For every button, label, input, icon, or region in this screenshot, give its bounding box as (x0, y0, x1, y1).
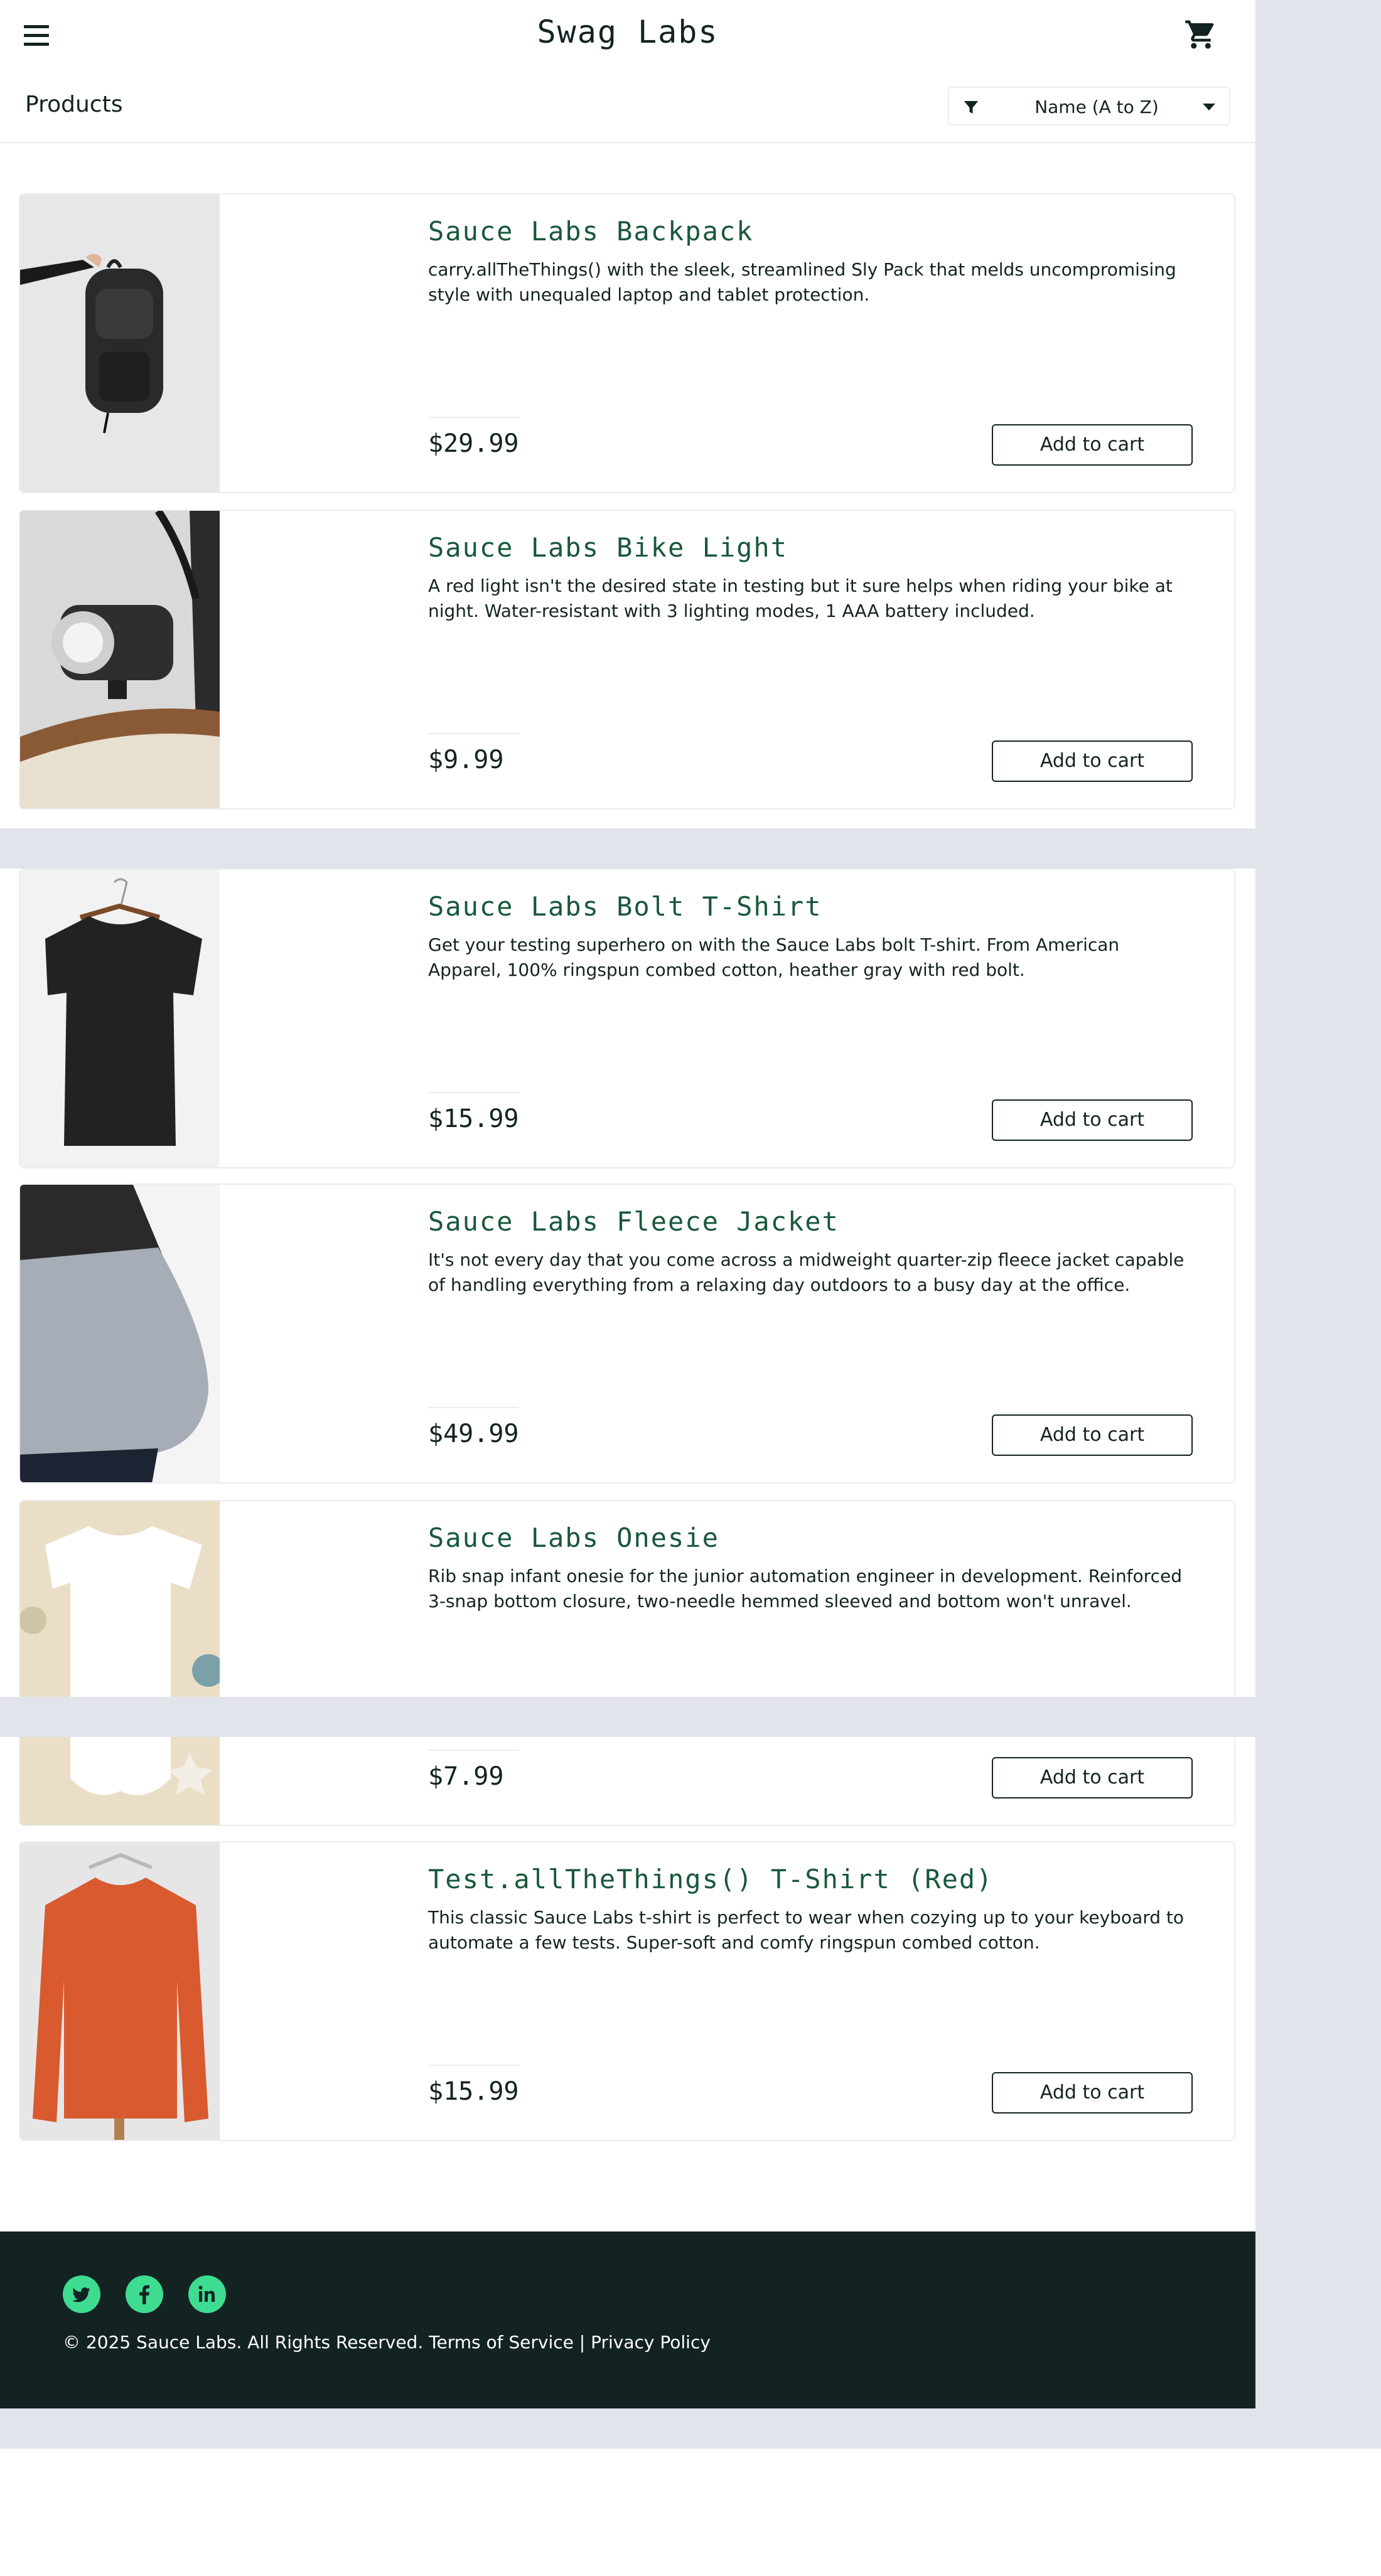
product-card: Test.allTheThings() T-Shirt (Red) This c… (19, 1841, 1235, 2141)
app-header: Swag Labs (0, 0, 1255, 72)
app-title: Swag Labs (537, 14, 719, 50)
add-to-cart-button[interactable]: Add to cart (992, 740, 1193, 782)
product-description: Rib snap infant onesie for the junior au… (428, 1566, 1182, 1611)
screen-segment: Sauce Labs Backpack carry.allTheThings()… (0, 143, 1255, 828)
product-card: Sauce Labs Backpack carry.allTheThings()… (19, 193, 1235, 493)
product-image-red-tshirt[interactable] (20, 1842, 220, 2140)
add-to-cart-button[interactable]: Add to cart (992, 424, 1193, 466)
product-price: $49.99 (428, 1419, 519, 1448)
divider (428, 1407, 519, 1408)
product-description: A red light isn't the desired state in t… (428, 575, 1173, 621)
product-card: Sauce Labs Bolt T-Shirt Get your testing… (19, 868, 1235, 1168)
sort-select[interactable]: Name (A to Z) (948, 87, 1230, 126)
divider (428, 2065, 519, 2066)
add-to-cart-button[interactable]: Add to cart (992, 1099, 1193, 1141)
product-price: $15.99 (428, 1104, 519, 1133)
divider (428, 733, 519, 734)
product-image-onesie[interactable] (20, 1501, 220, 1697)
filter-icon (964, 101, 979, 114)
product-image-backpack[interactable] (20, 195, 220, 492)
products-subheader: Products Name (A to Z) (0, 70, 1255, 143)
product-card: Sauce Labs Onesie Rib snap infant onesie… (19, 1500, 1235, 1697)
page-title: Products (25, 92, 123, 117)
product-image-onesie[interactable] (20, 1737, 220, 1825)
product-price: $15.99 (428, 2077, 519, 2106)
footer-copyright: © 2025 Sauce Labs. All Rights Reserved. … (63, 2332, 711, 2353)
product-name[interactable]: Sauce Labs Bike Light (428, 532, 788, 563)
footer: © 2025 Sauce Labs. All Rights Reserved. … (0, 2231, 1255, 2408)
screenshot-seam (0, 828, 1381, 868)
product-name[interactable]: Sauce Labs Onesie (428, 1522, 719, 1553)
product-description: Get your testing superhero on with the S… (428, 934, 1120, 980)
product-description: This classic Sauce Labs t-shirt is perfe… (428, 1907, 1185, 1953)
product-card: $7.99 Add to cart (19, 1737, 1235, 1826)
screenshot-seam (0, 1697, 1381, 1737)
add-to-cart-button[interactable]: Add to cart (992, 1414, 1193, 1456)
divider (428, 1092, 519, 1093)
product-image-bike-light[interactable] (20, 511, 220, 808)
product-price: $29.99 (428, 429, 519, 458)
sort-selected-value: Name (A to Z) (1034, 97, 1159, 117)
chevron-down-icon (1203, 104, 1215, 110)
linkedin-icon[interactable] (188, 2275, 226, 2313)
add-to-cart-button[interactable]: Add to cart (992, 2072, 1193, 2114)
add-to-cart-button[interactable]: Add to cart (992, 1757, 1193, 1798)
screenshot-seam (0, 2408, 1381, 2449)
product-price: $7.99 (428, 1762, 504, 1791)
product-name[interactable]: Sauce Labs Fleece Jacket (428, 1206, 839, 1237)
divider (428, 1750, 519, 1751)
product-name[interactable]: Test.allTheThings() T-Shirt (Red) (428, 1864, 993, 1895)
page-background-strip (1255, 0, 1381, 2449)
product-description: It's not every day that you come across … (428, 1249, 1185, 1295)
twitter-icon[interactable] (63, 2275, 100, 2313)
product-price: $9.99 (428, 746, 504, 774)
screen-segment: Sauce Labs Bolt T-Shirt Get your testing… (0, 868, 1255, 1697)
product-name[interactable]: Sauce Labs Bolt T-Shirt (428, 891, 822, 922)
product-name[interactable]: Sauce Labs Backpack (428, 216, 753, 247)
facebook-icon[interactable] (126, 2275, 163, 2313)
product-description: carry.allTheThings() with the sleek, str… (428, 259, 1176, 305)
divider (428, 417, 519, 418)
product-card: Sauce Labs Fleece Jacket It's not every … (19, 1184, 1235, 1483)
product-image-fleece-jacket[interactable] (20, 1185, 220, 1482)
shopping-cart-icon[interactable] (1184, 18, 1218, 51)
product-card: Sauce Labs Bike Light A red light isn't … (19, 510, 1235, 810)
product-image-bolt-tshirt[interactable] (20, 870, 220, 1167)
